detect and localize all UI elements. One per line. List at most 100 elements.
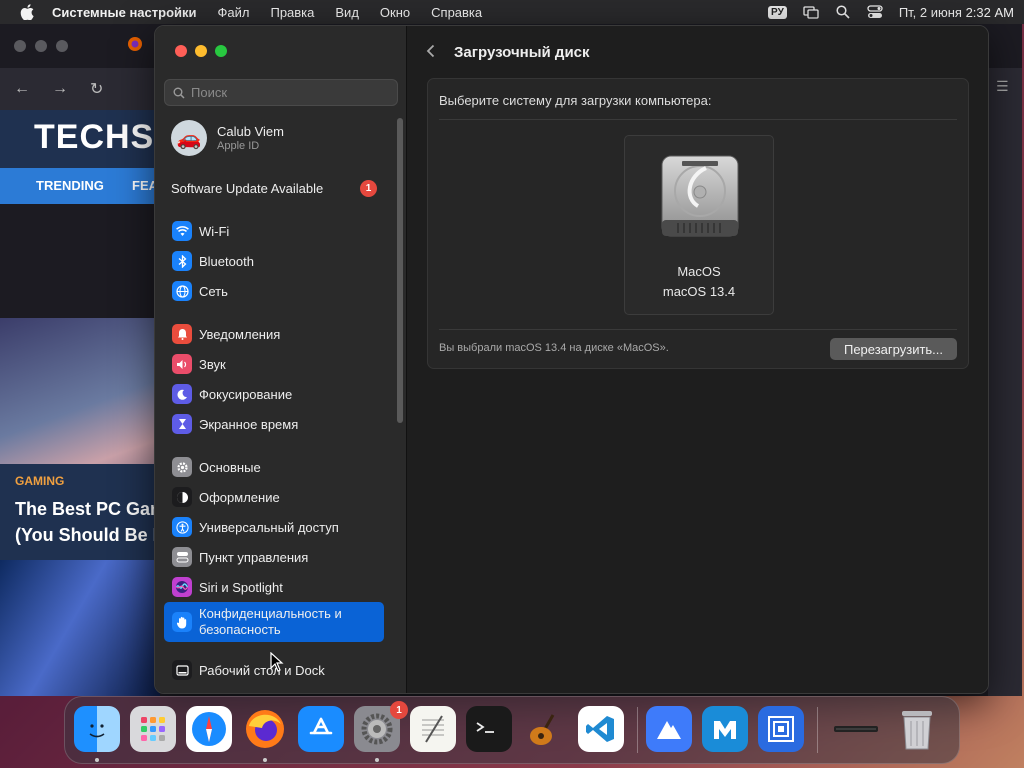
forward-arrow-icon[interactable]: → — [52, 80, 68, 98]
settings-content: Загрузочный диск Выберите систему для за… — [408, 26, 988, 693]
sidebar-scrollbar[interactable] — [397, 118, 403, 423]
sidebar-item-label: Основные — [199, 459, 261, 475]
sidebar-item-wifi[interactable]: Wi-Fi — [164, 216, 384, 246]
hero-category[interactable]: GAMING — [15, 474, 64, 488]
apple-menu-icon[interactable] — [20, 4, 36, 20]
sidebar-item-label: Wi-Fi — [199, 223, 230, 239]
secondary-image[interactable] — [0, 560, 160, 696]
back-arrow-icon[interactable]: ← — [14, 80, 30, 98]
hero-headline[interactable]: The Best PC Gam (You Should Be P — [15, 496, 160, 548]
dock-icon — [172, 660, 192, 680]
sidebar-search[interactable] — [164, 79, 398, 106]
safari-icon[interactable] — [186, 706, 232, 752]
sidebar-item-bluetooth[interactable]: Bluetooth — [164, 246, 384, 276]
accessibility-icon — [172, 517, 192, 537]
reload-icon[interactable]: ↻ — [90, 79, 103, 99]
textedit-icon[interactable] — [410, 706, 456, 752]
firefox-tab-icon[interactable] — [127, 36, 143, 57]
browser-zoom-icon[interactable] — [56, 40, 68, 52]
disk-name: MacOS — [677, 264, 721, 279]
sidebar-item-hand[interactable]: Конфиденциальность и безопасность — [164, 602, 384, 642]
sidebar-item-moon[interactable]: Фокусирование — [164, 379, 384, 409]
app-store-icon[interactable] — [298, 706, 344, 752]
bluetooth-icon — [172, 251, 192, 271]
hourglass-icon — [172, 414, 192, 434]
input-source-indicator[interactable]: РУ — [768, 5, 787, 19]
spotlight-search-icon[interactable] — [835, 5, 851, 19]
browser-close-icon[interactable] — [14, 40, 26, 52]
sidebar-item-speaker[interactable]: Звук — [164, 349, 384, 379]
siri-icon — [172, 577, 192, 597]
sidebar-item-label: Экранное время — [199, 416, 299, 432]
sidebar-nav-list: Wi-Fi Bluetooth Сеть Уведомления Звук Фокусир… — [164, 216, 384, 693]
panel-divider-top — [439, 119, 957, 120]
browser-right-edge: ☰ — [988, 68, 1022, 696]
finder-icon[interactable] — [74, 706, 120, 752]
sidebar-item-label: Рабочий стол и Dock — [199, 662, 325, 678]
downloads-stack-icon[interactable] — [826, 706, 886, 752]
menu-view[interactable]: Вид — [335, 5, 359, 20]
software-update-row[interactable]: Software Update Available 1 — [171, 180, 377, 197]
screen-mirroring-icon[interactable] — [803, 5, 819, 19]
trash-icon[interactable] — [894, 706, 940, 752]
garageband-icon[interactable] — [522, 706, 568, 752]
selected-system-status: Вы выбрали macOS 13.4 на диске «MacOS». — [439, 342, 669, 354]
dock-separator — [817, 707, 818, 753]
menu-file[interactable]: Файл — [218, 5, 250, 20]
avatar: 🚗 — [171, 120, 207, 156]
globe-icon — [172, 281, 192, 301]
sidebar-item-siri[interactable]: Siri и Spotlight — [164, 572, 384, 602]
minimize-button[interactable] — [195, 45, 207, 57]
firefox-icon[interactable] — [242, 706, 288, 752]
search-input[interactable] — [191, 85, 381, 100]
dock-running-indicator — [375, 758, 379, 762]
disk-option-macos[interactable]: MacOS macOS 13.4 — [624, 135, 774, 315]
menu-clock[interactable]: Пт, 2 июня 2:32 AM — [899, 5, 1014, 20]
terminal-icon[interactable] — [466, 706, 512, 752]
wifi-icon — [172, 221, 192, 241]
hand-icon — [172, 612, 192, 632]
startup-prompt: Выберите систему для загрузки компьютера… — [439, 93, 712, 108]
startup-disk-panel: Выберите систему для загрузки компьютера… — [427, 78, 969, 369]
window-controls — [175, 45, 227, 57]
sidebar-item-accessibility[interactable]: Универсальный доступ — [164, 512, 384, 542]
sidebar-item-appearance[interactable]: Оформление — [164, 482, 384, 512]
sidebar-group: Основные Оформление Универсальный доступ Пу… — [164, 452, 384, 642]
control-center-icon[interactable] — [867, 5, 883, 19]
close-button[interactable] — [175, 45, 187, 57]
sidebar-item-label: Оформление — [199, 489, 280, 505]
menu-app-name[interactable]: Системные настройки — [52, 5, 197, 20]
restart-button[interactable]: Перезагрузить... — [830, 338, 957, 360]
launchpad-icon[interactable] — [130, 706, 176, 752]
speaker-icon — [172, 354, 192, 374]
appearance-icon — [172, 487, 192, 507]
remote-icon[interactable] — [758, 706, 804, 752]
sidebar-item-control-center[interactable]: Пункт управления — [164, 542, 384, 572]
vscode-icon[interactable] — [578, 706, 624, 752]
menu-help[interactable]: Справка — [431, 5, 482, 20]
sidebar-item-globe[interactable]: Сеть — [164, 276, 384, 306]
menu-edit[interactable]: Правка — [270, 5, 314, 20]
sidebar-item-label: Фокусирование — [199, 386, 293, 402]
panel-divider-bottom — [439, 329, 957, 330]
account-name: Calub Viem — [217, 124, 284, 139]
sidebar-item-bell[interactable]: Уведомления — [164, 319, 384, 349]
menu-window[interactable]: Окно — [380, 5, 410, 20]
sidebar-item-gear[interactable]: Основные — [164, 452, 384, 482]
hamburger-menu-icon[interactable]: ☰ — [996, 78, 1022, 95]
nordvpn-icon[interactable] — [646, 706, 692, 752]
bell-icon — [172, 324, 192, 344]
hero-headline-line2: (You Should Be P — [15, 525, 160, 545]
hard-drive-icon — [661, 155, 739, 237]
maxthon-icon[interactable] — [702, 706, 748, 752]
dock-running-indicator — [95, 758, 99, 762]
apple-id-row[interactable]: 🚗 Calub Viem Apple ID — [171, 120, 284, 156]
search-icon — [173, 87, 185, 99]
sidebar-item-hourglass[interactable]: Экранное время — [164, 409, 384, 439]
back-button[interactable] — [426, 42, 440, 63]
site-logo[interactable]: TECHS — [34, 118, 154, 157]
zoom-button[interactable] — [215, 45, 227, 57]
browser-minimize-icon[interactable] — [35, 40, 47, 52]
nav-trending[interactable]: TRENDING — [36, 178, 104, 193]
settings-sidebar: 🚗 Calub Viem Apple ID Software Update Av… — [155, 26, 407, 693]
